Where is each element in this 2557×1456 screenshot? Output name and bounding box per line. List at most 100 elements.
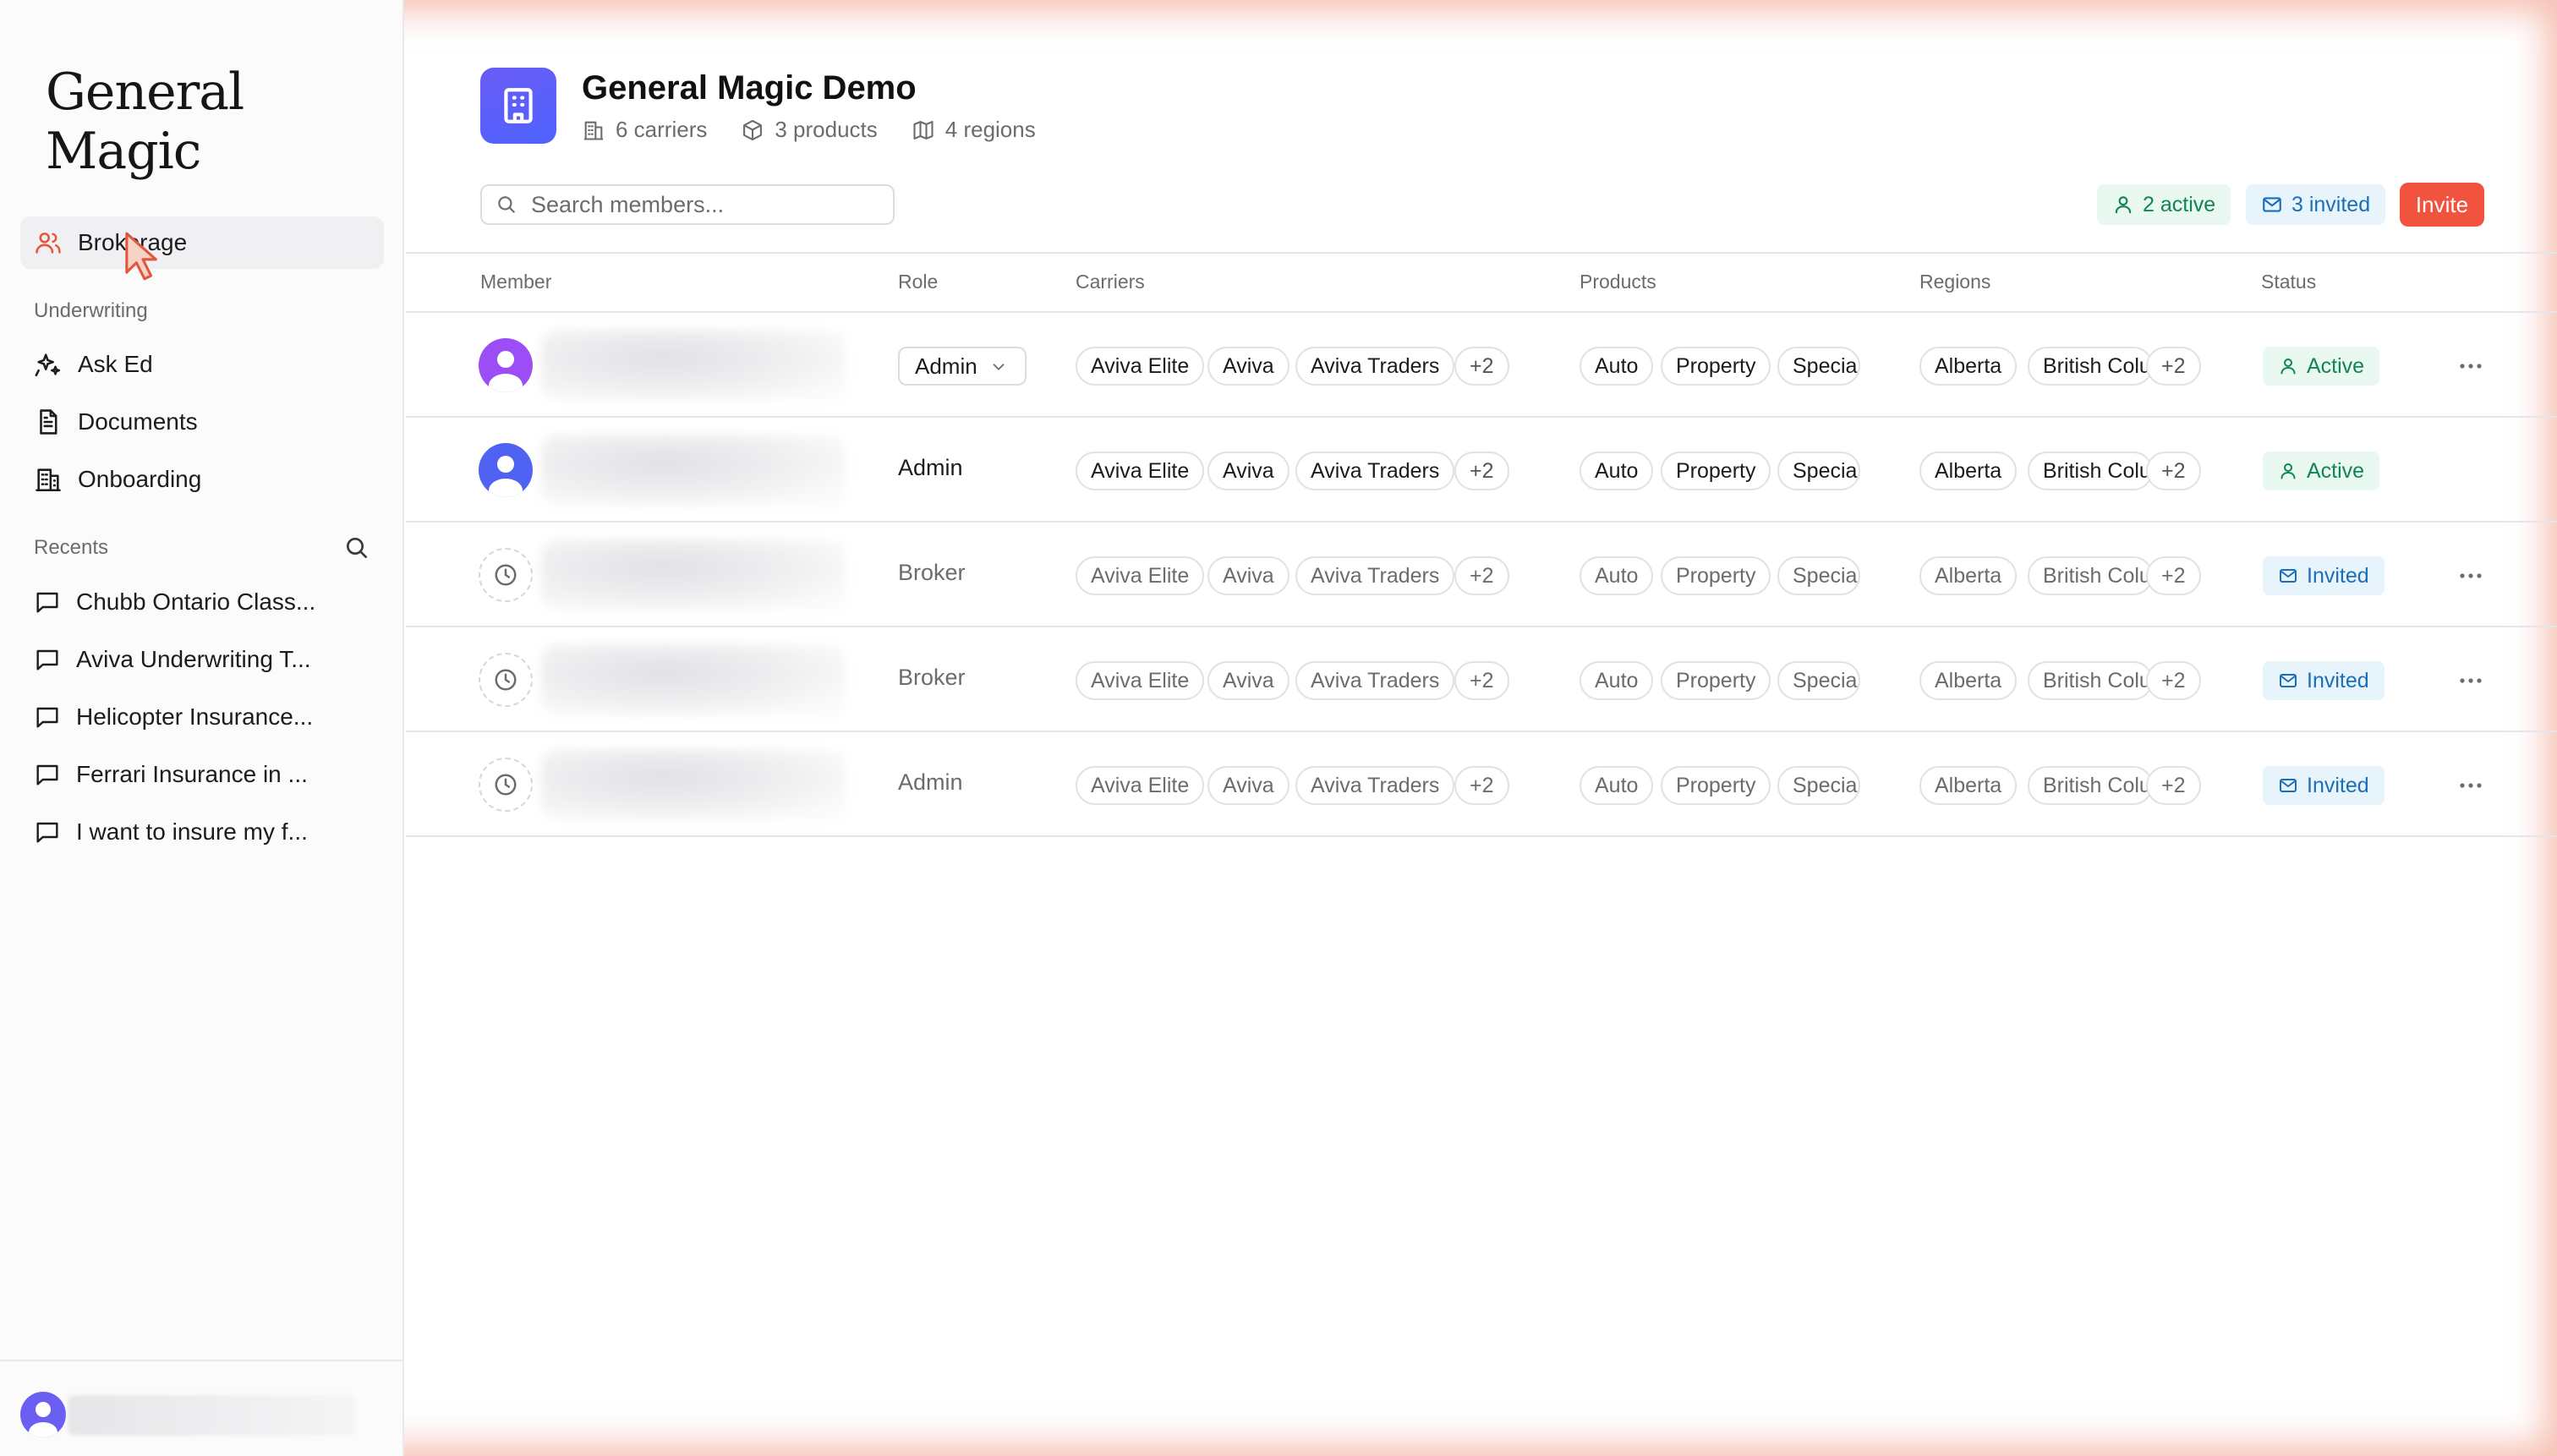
main-content: General Magic Demo 6 carriers 3 products… xyxy=(406,0,2557,1456)
role-dropdown[interactable]: Admin xyxy=(898,347,1027,386)
invited-filter-badge[interactable]: 3 invited xyxy=(2246,184,2386,225)
recent-chat-item[interactable]: Chubb Ontario Class... xyxy=(20,577,384,627)
recent-chat-item[interactable]: Aviva Underwriting T... xyxy=(20,634,384,685)
product-tag: Auto xyxy=(1580,766,1654,805)
carrier-tag: Aviva Traders xyxy=(1295,347,1455,386)
product-tag: Auto xyxy=(1580,556,1654,595)
mail-icon xyxy=(2263,197,2281,212)
table-row[interactable]: Broker Aviva Elite Aviva Aviva Traders +… xyxy=(406,523,2557,627)
member-name-redacted xyxy=(541,435,846,506)
more-options-icon[interactable] xyxy=(2456,668,2486,693)
carrier-tag: Aviva Traders xyxy=(1295,766,1455,805)
building-icon xyxy=(504,88,533,123)
recent-chat-item[interactable]: I want to insure my f... xyxy=(20,807,384,857)
sidebar-item-label: Ask Ed xyxy=(78,351,153,377)
sparkles-icon xyxy=(35,353,61,377)
role-label: Admin xyxy=(898,455,963,480)
carrier-tag: Aviva Elite xyxy=(1076,661,1205,700)
product-tag: Specia xyxy=(1777,556,1860,595)
product-tag: Specia xyxy=(1777,766,1860,805)
sidebar-item-label: Documents xyxy=(78,408,198,435)
chat-bubble-icon xyxy=(36,822,58,843)
carriers-count: 6 carriers xyxy=(582,117,707,143)
sidebar-item-onboarding[interactable]: Onboarding xyxy=(20,453,384,506)
recent-chat-item[interactable]: Helicopter Insurance... xyxy=(20,692,384,742)
active-filter-badge[interactable]: 2 active xyxy=(2097,184,2231,225)
carriers-more-tag[interactable]: +2 xyxy=(1454,766,1509,805)
avatar xyxy=(479,758,533,812)
box-icon xyxy=(743,119,763,140)
products-count: 3 products xyxy=(741,117,878,143)
regions-more-tag[interactable]: +2 xyxy=(2146,347,2201,386)
user-menu[interactable] xyxy=(0,1360,402,1456)
chat-bubble-icon xyxy=(36,649,58,671)
search-members[interactable] xyxy=(480,184,895,225)
table-row[interactable]: Admin Aviva Elite Aviva Aviva Traders +2… xyxy=(406,313,2557,418)
avatar xyxy=(479,548,533,602)
product-tag: Specia xyxy=(1777,452,1860,490)
status-badge: Active xyxy=(2263,452,2380,490)
carrier-tag: Aviva Traders xyxy=(1295,661,1455,700)
product-tag: Specia xyxy=(1777,661,1860,700)
search-icon[interactable] xyxy=(343,534,370,561)
more-options-icon[interactable] xyxy=(2456,773,2486,798)
org-meta: 6 carriers 3 products 4 regions xyxy=(582,117,1070,143)
carrier-tag: Aviva xyxy=(1207,766,1289,805)
carriers-more-tag[interactable]: +2 xyxy=(1454,556,1509,595)
more-options-icon[interactable] xyxy=(2456,353,2486,379)
map-icon xyxy=(913,120,934,140)
status-badge: Invited xyxy=(2263,661,2385,700)
member-name-redacted xyxy=(541,330,846,401)
avatar xyxy=(479,338,533,392)
region-tag: Alberta xyxy=(1919,661,2018,700)
carrier-tag: Aviva xyxy=(1207,347,1289,386)
divider xyxy=(406,252,2557,254)
app-logo[interactable]: General Magic xyxy=(46,63,402,181)
page-title: General Magic Demo xyxy=(582,69,917,107)
recent-chat-title: I want to insure my f... xyxy=(76,818,308,845)
user-icon xyxy=(2280,359,2296,375)
building-icon xyxy=(583,121,604,140)
column-header-regions: Regions xyxy=(1919,271,1991,293)
avatar xyxy=(20,1392,66,1437)
table-row[interactable]: Admin Aviva Elite Aviva Aviva Traders +2… xyxy=(406,418,2557,523)
sidebar-item-label: Onboarding xyxy=(78,466,202,492)
avatar xyxy=(479,443,533,497)
invite-button[interactable]: Invite xyxy=(2400,183,2484,227)
table-row[interactable]: Admin Aviva Elite Aviva Aviva Traders +2… xyxy=(406,732,2557,837)
sidebar-item-documents[interactable]: Documents xyxy=(20,396,384,448)
recent-chat-item[interactable]: Ferrari Insurance in ... xyxy=(20,749,384,800)
recents-heading: Recents xyxy=(34,536,109,559)
product-tag: Property xyxy=(1661,556,1771,595)
user-silhouette-icon xyxy=(29,1402,57,1437)
sidebar-item-brokerage[interactable]: Brokerage xyxy=(20,216,384,269)
recent-chat-title: Aviva Underwriting T... xyxy=(76,646,311,672)
carrier-tag: Aviva xyxy=(1207,556,1289,595)
table-row[interactable]: Broker Aviva Elite Aviva Aviva Traders +… xyxy=(406,627,2557,732)
member-name-redacted xyxy=(541,644,846,715)
sidebar-item-ask-ed[interactable]: Ask Ed xyxy=(20,338,384,391)
more-options-icon[interactable] xyxy=(2456,563,2486,588)
carriers-more-tag[interactable]: +2 xyxy=(1454,661,1509,700)
carriers-more-tag[interactable]: +2 xyxy=(1454,347,1509,386)
search-input[interactable] xyxy=(531,191,869,218)
region-tag: British Colu xyxy=(2028,556,2153,595)
carriers-more-tag[interactable]: +2 xyxy=(1454,452,1509,490)
product-tag: Auto xyxy=(1580,347,1654,386)
regions-more-tag[interactable]: +2 xyxy=(2146,766,2201,805)
carrier-tag: Aviva xyxy=(1207,452,1289,490)
carrier-tag: Aviva Elite xyxy=(1076,452,1205,490)
regions-more-tag[interactable]: +2 xyxy=(2146,661,2201,700)
region-tag: Alberta xyxy=(1919,556,2018,595)
role-label: Broker xyxy=(898,665,966,690)
regions-more-tag[interactable]: +2 xyxy=(2146,556,2201,595)
regions-count: 4 regions xyxy=(912,117,1036,143)
mail-icon xyxy=(2280,569,2297,583)
column-header-role: Role xyxy=(898,271,939,293)
product-tag: Property xyxy=(1661,347,1771,386)
carrier-tag: Aviva Traders xyxy=(1295,452,1455,490)
region-tag: British Colu xyxy=(2028,766,2153,805)
document-icon xyxy=(40,409,57,435)
mail-icon xyxy=(2280,779,2297,792)
regions-more-tag[interactable]: +2 xyxy=(2146,452,2201,490)
